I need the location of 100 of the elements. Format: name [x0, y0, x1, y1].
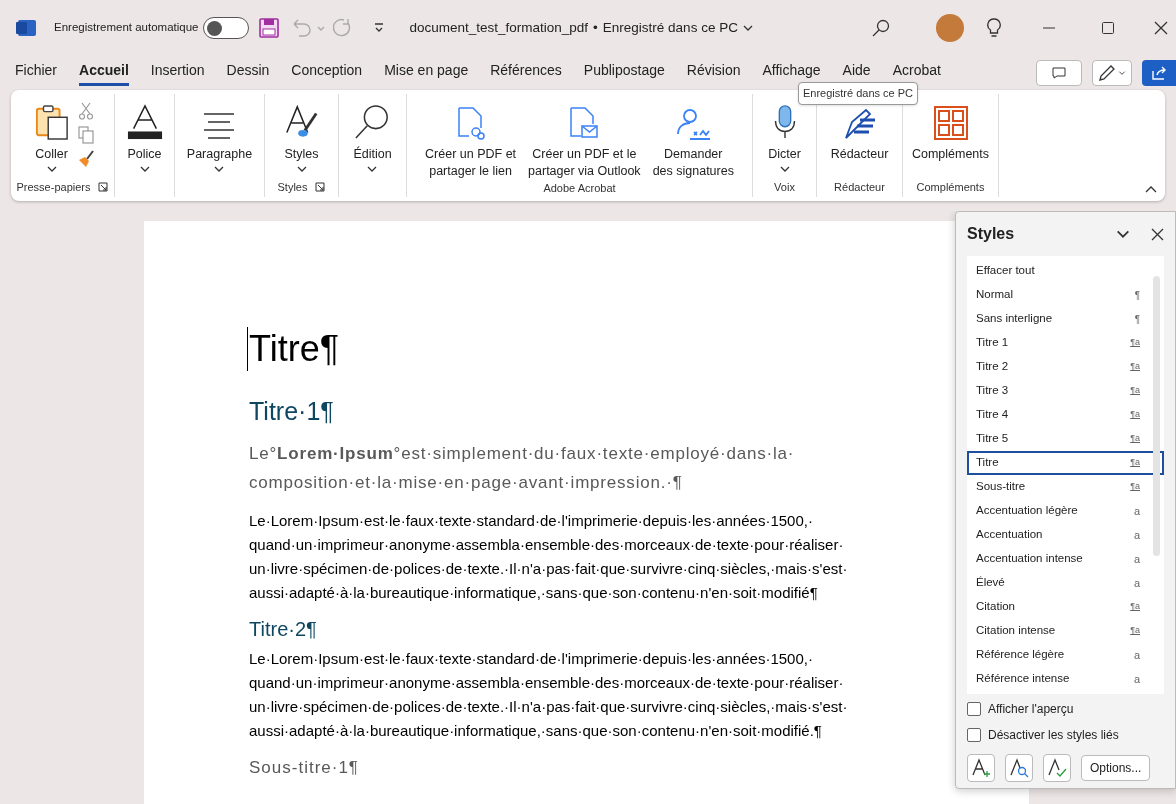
- ribbon-group-label: Compléments: [916, 179, 985, 195]
- ribbon-command-button[interactable]: Demander des signatures: [648, 98, 738, 180]
- avatar[interactable]: [936, 14, 964, 42]
- style-name: Titre 1: [976, 335, 1009, 351]
- style-list-item[interactable]: Accentuation intense a: [967, 547, 1164, 571]
- style-list-item[interactable]: Référence légère a: [967, 643, 1164, 667]
- ribbon-tab[interactable]: Accueil: [79, 60, 129, 86]
- ribbon-tab[interactable]: Publipostage: [583, 60, 665, 86]
- body-paragraph: Le·Lorem·Ipsum·est·le·faux·texte·standard·de·l'imprimerie·depuis·les·années·1500,· quand·un·imprimeur·anonyme·assembla·ensemble·des·morceaux·de·texte·pour·réaliser· un·livre·spécimen·de·polices·de·texte.·Il·n'a·pas·fait·que·survivre·cinq·siècles,·mais·s'est· aussi·adapté·à·la·bureautique·informatique,·sans·que·son·contenu·n'en·soit·modifié.¶: [249, 649, 848, 741]
- new-style-button[interactable]: [967, 754, 995, 782]
- close-icon[interactable]: [1151, 227, 1164, 241]
- ribbon-tab[interactable]: Fichier: [15, 60, 57, 86]
- lightbulb-icon[interactable]: [986, 18, 1002, 38]
- save-status-dropdown[interactable]: Enregistré dans ce PC: [602, 17, 754, 39]
- ribbon-tab[interactable]: Mise en page: [384, 60, 469, 86]
- new-style-icon: [971, 758, 991, 778]
- subtitle-paragraph: Le°Lorem·Ipsum°est·simplement·du·faux·texte·employé·dans·la· composition·et·la·mise·en·page·avant·impression.·¶: [249, 443, 795, 494]
- autosave-toggle[interactable]: [203, 17, 250, 39]
- pencil-icon: [1098, 64, 1116, 82]
- heading-text: Titre·1¶: [249, 396, 334, 427]
- character-style-marker: a: [1133, 671, 1140, 687]
- ribbon-group-label: Voix: [774, 179, 795, 195]
- checkbox-label: Désactiver les styles liés: [988, 727, 1119, 744]
- style-list-item[interactable]: Référence intense a: [967, 667, 1164, 691]
- style-name: Référence intense: [976, 671, 1070, 687]
- style-name: Titre 3: [976, 383, 1009, 399]
- style-list-item[interactable]: Titre 5 ¶a: [967, 427, 1164, 451]
- style-list-item[interactable]: Titre 3 ¶a: [967, 379, 1164, 403]
- character-style-marker: a: [1133, 647, 1140, 663]
- linked-style-marker: ¶a: [1130, 624, 1140, 638]
- character-style-marker: a: [1133, 575, 1140, 591]
- paragraph-lines-icon: [202, 112, 237, 140]
- manage-styles-icon: [1047, 758, 1067, 778]
- ribbon-tab[interactable]: Insertion: [150, 60, 205, 86]
- ribbon-group-label: Presse-papiers: [16, 179, 91, 195]
- checkbox[interactable]: [967, 702, 981, 716]
- ribbon-command-button[interactable]: Créer un PDF et partager le lien: [421, 98, 521, 180]
- ribbon-group-label: Styles: [277, 179, 308, 195]
- ribbon-command-button[interactable]: Édition: [349, 98, 396, 177]
- linked-style-marker: ¶a: [1130, 360, 1140, 374]
- style-name: Sous-titre: [976, 479, 1026, 495]
- style-name: Accentuation intense: [976, 551, 1083, 567]
- style-list-item[interactable]: Titre 1 ¶a: [967, 331, 1164, 355]
- ribbon-command-button[interactable]: Styles: [279, 98, 324, 177]
- style-list-item[interactable]: Citation ¶a: [967, 595, 1164, 619]
- document-title: document_test_formation_pdf: [409, 18, 589, 37]
- editing-mode-button[interactable]: [1092, 60, 1132, 86]
- paragraph-style-marker: ¶: [1134, 312, 1140, 327]
- style-list-item[interactable]: Accentuation a: [967, 523, 1164, 547]
- title-separator: •: [593, 18, 598, 37]
- style-inspector-button[interactable]: [1005, 754, 1033, 782]
- ribbon-command-button[interactable]: Créer un PDF et le partager via Outlook: [524, 98, 645, 180]
- body-paragraph: Le·Lorem·Ipsum·est·le·faux·texte·standard·de·l'imprimerie·depuis·les·années·1500,· quand·un·imprimeur·anonyme·assembla·ensemble·des·morceaux·de·texte·pour·réaliser· un·livre·spécimen·de·polices·de·texte.·Il·n'a·pas·fait·que·survivre·cinq·siècles,·mais·s'est· aussi·adapté·à·la·bureautique·informatique,·sans·que·son·contenu·n'en·soit·modifié¶: [249, 511, 848, 603]
- style-name: Citation: [976, 599, 1015, 615]
- style-list-item[interactable]: Sans interligne ¶: [967, 307, 1164, 331]
- ribbon-command-button[interactable]: Police: [121, 98, 168, 177]
- scissors-icon[interactable]: [78, 102, 93, 120]
- manage-styles-button[interactable]: [1043, 754, 1071, 782]
- collapse-ribbon-icon[interactable]: [1145, 185, 1157, 193]
- search-icon[interactable]: [872, 19, 890, 37]
- share-icon: [1151, 65, 1167, 81]
- style-name: Normal: [976, 287, 1014, 303]
- style-list-item[interactable]: Normal ¶: [967, 283, 1164, 307]
- pdf-mail-icon: [569, 106, 600, 140]
- options-button[interactable]: Options...: [1081, 755, 1151, 781]
- style-list-item[interactable]: Sous-titre ¶a: [967, 475, 1164, 499]
- dialog-launcher-icon[interactable]: [98, 182, 109, 192]
- linked-style-marker: ¶a: [1130, 432, 1140, 446]
- style-list-item[interactable]: Titre 4 ¶a: [967, 403, 1164, 427]
- comments-button[interactable]: [1036, 60, 1082, 86]
- close-icon[interactable]: [1154, 21, 1168, 35]
- ribbon-command-button[interactable]: Coller: [30, 98, 73, 177]
- style-list-item[interactable]: Accentuation légère a: [967, 499, 1164, 523]
- ribbon-tab[interactable]: Références: [490, 60, 562, 86]
- customize-toolbar-icon[interactable]: [373, 22, 386, 34]
- grid-icon: [933, 106, 968, 140]
- style-list-item[interactable]: Élevé a: [967, 571, 1164, 595]
- scrollbar-thumb[interactable]: [1153, 276, 1160, 556]
- style-name: Titre: [976, 455, 999, 471]
- dialog-launcher-icon[interactable]: [315, 182, 326, 192]
- style-list-item[interactable]: Titre ¶a: [967, 451, 1164, 475]
- ribbon-tab[interactable]: Révision: [686, 60, 741, 86]
- tooltip: Enregistré dans ce PC: [798, 82, 919, 105]
- linked-style-marker: ¶a: [1130, 600, 1140, 614]
- style-list-item[interactable]: Titre 2 ¶a: [967, 355, 1164, 379]
- maximize-icon[interactable]: [1102, 22, 1114, 34]
- share-button[interactable]: [1142, 60, 1176, 86]
- save-icon[interactable]: [259, 18, 280, 38]
- ribbon-tab[interactable]: Dessin: [226, 60, 270, 86]
- checkbox[interactable]: [967, 728, 981, 742]
- ribbon-command-button[interactable]: Paragraphe: [182, 98, 257, 177]
- comment-icon: [1052, 67, 1066, 79]
- style-inspector-icon: [1009, 758, 1029, 778]
- character-style-marker: a: [1133, 503, 1140, 519]
- style-list-item[interactable]: Citation intense ¶a: [967, 619, 1164, 643]
- chevron-down-icon: [1118, 69, 1126, 77]
- signature-icon: [674, 108, 713, 140]
- style-name: Titre 4: [976, 407, 1009, 423]
- ribbon-tab[interactable]: Conception: [291, 60, 363, 86]
- style-list-item[interactable]: Effacer tout: [967, 259, 1164, 283]
